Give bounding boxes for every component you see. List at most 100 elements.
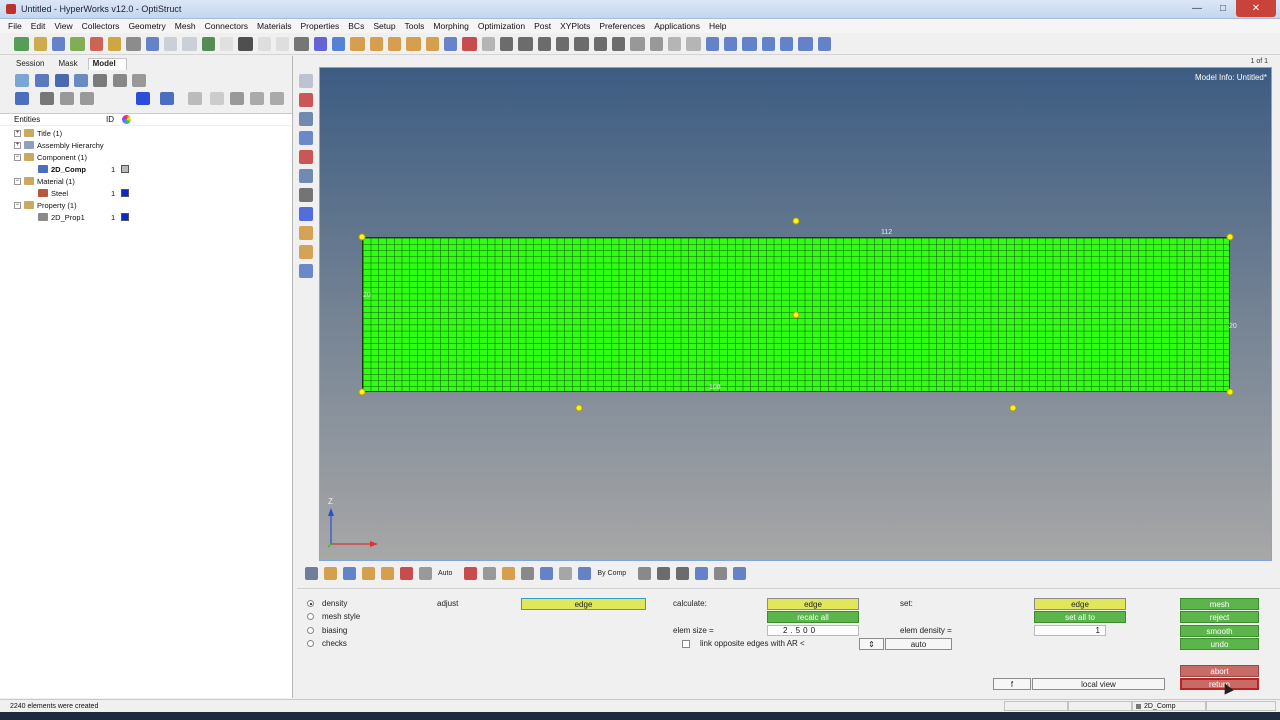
browser-tool-icon[interactable] (250, 92, 264, 105)
menu-file[interactable]: File (8, 21, 22, 31)
vertical-tool-icon[interactable] (299, 74, 313, 88)
toolbar-tool-icon[interactable] (388, 36, 401, 51)
toolbar-tool-icon[interactable] (220, 36, 233, 51)
display-tool-icon[interactable] (343, 566, 356, 580)
tree-item[interactable]: − Component (1) (0, 151, 290, 163)
local-view-button[interactable]: local view (1032, 678, 1165, 690)
menu-help[interactable]: Help (709, 21, 726, 31)
edge-density-left[interactable]: 20 (363, 292, 371, 299)
display-tool-icon[interactable] (305, 566, 318, 580)
display-tool-icon[interactable] (464, 566, 478, 580)
tree-item[interactable]: + Title (1) (0, 127, 290, 139)
display-tool-icon[interactable] (362, 566, 375, 580)
toolbar-tool-icon[interactable] (500, 36, 513, 51)
browser-tool-icon[interactable] (15, 92, 29, 105)
vertical-tool-icon[interactable] (299, 188, 313, 202)
tab-mask[interactable]: Mask (54, 59, 87, 70)
toolbar-tool-icon[interactable] (90, 36, 103, 51)
toolbar-tool-icon[interactable] (462, 36, 477, 51)
tab-model[interactable]: Model (87, 58, 127, 70)
browser-tool-icon[interactable] (40, 92, 54, 105)
mesh-node[interactable] (792, 217, 800, 225)
expand-toggle-icon[interactable]: − (14, 177, 21, 185)
menu-materials[interactable]: Materials (257, 21, 291, 31)
f-button[interactable]: f (993, 678, 1031, 690)
graphics-viewport[interactable]: Model Info: Untitled* 112 20 108 20 Z (319, 67, 1272, 561)
toolbar-tool-icon[interactable] (650, 36, 663, 51)
toolbar-tool-icon[interactable] (426, 36, 439, 51)
menu-collectors[interactable]: Collectors (82, 21, 120, 31)
vertical-tool-icon[interactable] (299, 207, 313, 221)
toolbar-tool-icon[interactable] (238, 36, 253, 51)
return-button[interactable]: return (1180, 678, 1259, 690)
menu-applications[interactable]: Applications (654, 21, 700, 31)
browser-tool-icon[interactable] (113, 74, 127, 87)
toolbar-tool-icon[interactable] (126, 36, 141, 51)
expand-toggle-icon[interactable]: − (14, 153, 21, 161)
menu-tools[interactable]: Tools (405, 21, 425, 31)
browser-tool-icon[interactable] (93, 74, 107, 87)
color-swatch[interactable] (121, 165, 129, 173)
display-tool-icon[interactable] (695, 566, 709, 580)
toolbar-tool-icon[interactable] (350, 36, 365, 51)
toolbar-tool-icon[interactable] (332, 36, 345, 51)
menu-geometry[interactable]: Geometry (128, 21, 165, 31)
mesh-node[interactable] (358, 233, 366, 241)
menu-morphing[interactable]: Morphing (433, 21, 468, 31)
recalc-all-button[interactable]: recalc all (767, 611, 859, 623)
tree-item[interactable]: 2D_Prop1 1 (0, 211, 290, 223)
display-tool-icon[interactable] (657, 566, 671, 580)
toolbar-tool-icon[interactable] (818, 36, 831, 51)
tree-item[interactable]: 2D_Comp 1 (0, 163, 290, 175)
display-tool-icon[interactable] (419, 566, 432, 580)
toolbar-tool-icon[interactable] (370, 36, 383, 51)
toolbar-tool-icon[interactable] (52, 36, 65, 51)
browser-tool-icon[interactable] (210, 92, 224, 105)
minimize-button[interactable]: — (1184, 0, 1210, 17)
menu-properties[interactable]: Properties (301, 21, 340, 31)
toolbar-tool-icon[interactable] (594, 36, 607, 51)
browser-tool-icon[interactable] (60, 92, 74, 105)
color-swatch[interactable] (121, 189, 129, 197)
browser-tool-icon[interactable] (74, 74, 88, 87)
toolbar-tool-icon[interactable] (668, 36, 681, 51)
menu-xyplots[interactable]: XYPlots (560, 21, 590, 31)
set-edge-selector[interactable]: edge (1034, 598, 1126, 610)
vertical-tool-icon[interactable] (299, 112, 313, 126)
close-button[interactable]: ✕ (1236, 0, 1276, 17)
browser-tool-icon[interactable] (35, 74, 49, 87)
mesh-node[interactable] (575, 404, 583, 412)
adjust-edge-selector[interactable]: edge (521, 598, 646, 610)
toolbar-tool-icon[interactable] (314, 36, 327, 51)
vertical-tool-icon[interactable] (299, 245, 313, 259)
maximize-button[interactable]: □ (1210, 0, 1236, 17)
toolbar-tool-icon[interactable] (406, 36, 421, 51)
browser-tool-icon[interactable] (230, 92, 244, 105)
display-tool-icon[interactable] (676, 566, 690, 580)
toolbar-tool-icon[interactable] (574, 36, 589, 51)
browser-tool-icon[interactable] (55, 74, 69, 87)
calculate-edge-selector[interactable]: edge (767, 598, 859, 610)
toolbar-tool-icon[interactable] (146, 36, 159, 51)
browser-tool-icon[interactable] (80, 92, 94, 105)
toolbar-tool-icon[interactable] (202, 36, 215, 51)
display-tool-icon[interactable] (578, 566, 592, 580)
toolbar-tool-icon[interactable] (482, 36, 495, 51)
menu-preferences[interactable]: Preferences (599, 21, 645, 31)
id-column-label[interactable]: ID (106, 115, 114, 124)
toolbar-tool-icon[interactable] (108, 36, 121, 51)
edge-density-bottom[interactable]: 108 (709, 384, 721, 391)
browser-tool-icon[interactable] (136, 92, 150, 105)
edge-density-right[interactable]: 20 (1229, 323, 1237, 330)
menu-view[interactable]: View (54, 21, 72, 31)
display-tool-icon[interactable] (521, 566, 535, 580)
browser-tool-icon[interactable] (15, 74, 29, 87)
vertical-tool-icon[interactable] (299, 226, 313, 240)
toolbar-tool-icon[interactable] (556, 36, 569, 51)
toolbar-tool-icon[interactable] (34, 36, 47, 51)
color-wheel-icon[interactable] (122, 115, 131, 124)
vertical-tool-icon[interactable] (299, 93, 313, 107)
mesh-button[interactable]: mesh (1180, 598, 1259, 610)
display-tool-icon[interactable] (400, 566, 413, 580)
toolbar-tool-icon[interactable] (518, 36, 533, 51)
